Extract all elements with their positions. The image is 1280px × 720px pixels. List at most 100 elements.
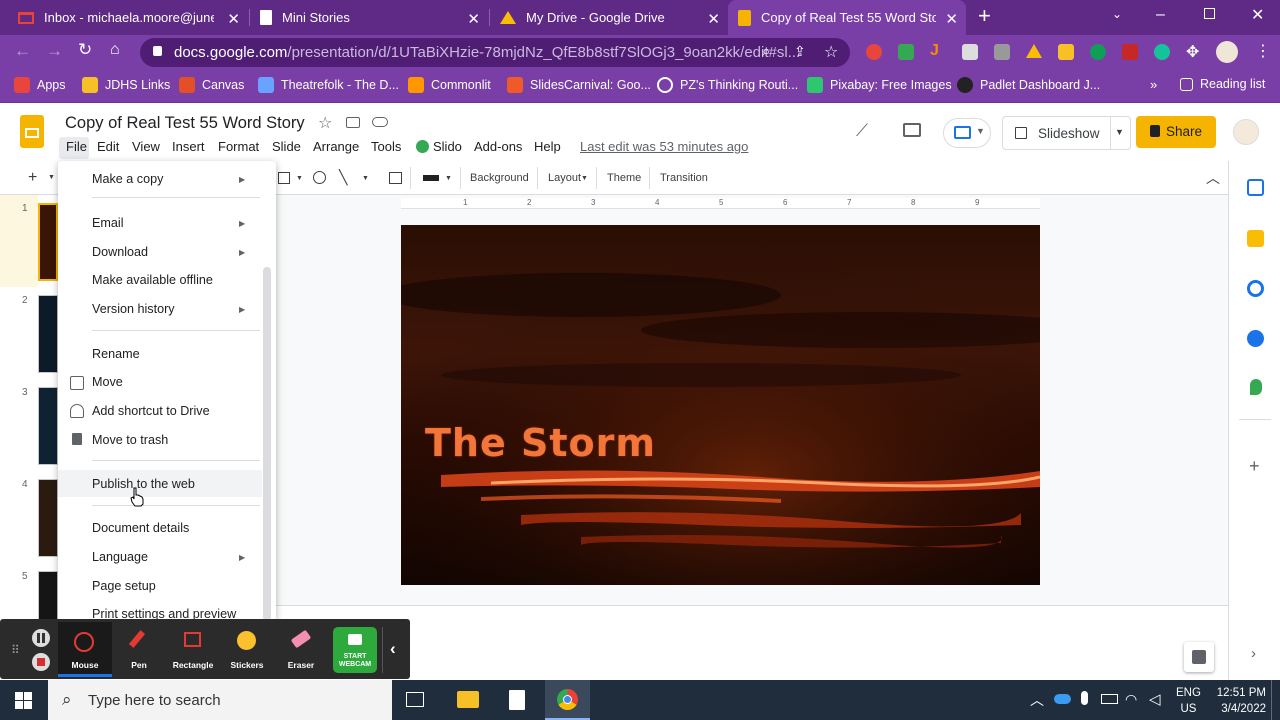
extension-icon[interactable] [866, 44, 882, 60]
minimize-icon[interactable]: – [1156, 6, 1165, 24]
extension-icon[interactable]: J [930, 42, 939, 60]
move-folder-icon[interactable] [346, 117, 360, 128]
reload-icon[interactable]: ↻ [78, 40, 92, 60]
new-tab-icon[interactable]: + [978, 5, 991, 27]
show-hidden-icons[interactable]: ︿ [1030, 690, 1044, 710]
menu-tools[interactable]: Tools [371, 139, 401, 154]
close-tab-icon[interactable]: ✕ [467, 10, 480, 28]
address-bar[interactable]: docs.google.com/presentation/d/1UTaBiXHz… [140, 38, 850, 67]
menu-language[interactable]: Language [92, 550, 148, 564]
windows-start-icon[interactable] [15, 692, 32, 709]
language-indicator[interactable]: ENG US [1176, 685, 1201, 717]
layout-button[interactable]: Layout [548, 172, 581, 184]
home-icon[interactable]: ⌂ [110, 41, 120, 59]
slide-thumbnail-2[interactable] [38, 295, 58, 373]
menu-slido[interactable]: Slido [433, 139, 462, 154]
slide-thumbnail-1[interactable] [38, 203, 58, 281]
grammarly-icon[interactable] [1154, 44, 1170, 60]
contacts-icon[interactable] [1247, 330, 1264, 347]
new-slide-dropdown-icon[interactable]: ▼ [48, 174, 55, 181]
bookmark-apps[interactable]: Apps [14, 77, 66, 93]
extension-icon[interactable] [1058, 44, 1074, 60]
bookmark-pixabay[interactable]: Pixabay: Free Images [807, 77, 952, 93]
menu-arrange[interactable]: Arrange [313, 139, 359, 154]
share-page-icon[interactable]: ⇪ [794, 43, 806, 60]
notepad-icon[interactable] [509, 690, 525, 710]
pause-icon[interactable] [32, 629, 50, 647]
bookmark-theatrefolk[interactable]: Theatrefolk - The D... [258, 77, 399, 93]
bookmark-slidescarnival[interactable]: SlidesCarnival: Goo... [507, 77, 651, 93]
tab-mini-stories[interactable]: Mini Stories ✕ [250, 0, 488, 35]
volume-icon[interactable]: ◁ [1149, 690, 1161, 708]
border-weight-icon[interactable] [423, 175, 439, 181]
drag-handle-icon[interactable]: ⠿ [11, 643, 20, 657]
last-edit-link[interactable]: Last edit was 53 minutes ago [580, 139, 748, 154]
task-view-icon[interactable] [406, 692, 424, 707]
menu-make-available-offline[interactable]: Make available offline [92, 273, 213, 287]
drive-extension-icon[interactable] [1026, 44, 1042, 58]
menu-slide[interactable]: Slide [272, 139, 301, 154]
image-icon[interactable] [278, 172, 290, 184]
close-tab-icon[interactable]: ✕ [707, 10, 720, 28]
slides-logo-icon[interactable] [20, 115, 44, 148]
background-button[interactable]: Background [470, 172, 529, 184]
menu-make-a-copy[interactable]: Make a copy [92, 172, 163, 186]
bookmark-jdhs[interactable]: JDHS Links [82, 77, 170, 93]
bookmark-pz-routines[interactable]: PZ's Thinking Routi... [657, 77, 798, 93]
new-slide-icon[interactable]: + [28, 169, 37, 187]
start-webcam-button[interactable]: START WEBCAM [333, 627, 377, 673]
tool-pen[interactable]: Pen [112, 622, 166, 677]
user-avatar[interactable] [1233, 119, 1259, 145]
close-tab-icon[interactable]: ✕ [227, 10, 240, 28]
tool-stickers[interactable]: Stickers [220, 622, 274, 677]
current-slide[interactable]: The Storm [401, 225, 1040, 585]
menu-view[interactable]: View [132, 139, 160, 154]
extensions-puzzle-icon[interactable]: ✥ [1186, 42, 1199, 62]
comment-add-icon[interactable] [389, 172, 402, 184]
battery-icon[interactable] [1101, 694, 1118, 704]
add-addon-icon[interactable]: + [1249, 456, 1260, 477]
microphone-icon[interactable] [1081, 691, 1088, 705]
line-dropdown-icon[interactable]: ▼ [362, 175, 369, 182]
tab-gmail[interactable]: Inbox - michaela.moore@juneau ✕ [8, 0, 248, 35]
close-tab-icon[interactable]: ✕ [945, 10, 958, 28]
bookmark-star-icon[interactable]: ☆ [824, 42, 838, 62]
menu-edit[interactable]: Edit [97, 139, 119, 154]
collapse-toolbar-icon[interactable]: ︿ [1206, 168, 1220, 188]
tool-mouse[interactable]: Mouse [58, 622, 112, 677]
maps-icon[interactable] [1250, 379, 1262, 395]
slide-title-text[interactable]: The Storm [425, 421, 656, 465]
present-to-meeting-button[interactable]: ▼ [943, 118, 991, 148]
slide-thumbnail-3[interactable] [38, 387, 58, 465]
activity-trend-icon[interactable]: ⟋ [856, 121, 868, 141]
menu-document-details[interactable]: Document details [92, 521, 189, 535]
menu-insert[interactable]: Insert [172, 139, 205, 154]
border-dropdown-icon[interactable]: ▼ [445, 175, 452, 182]
bookmark-commonlit[interactable]: Commonlit [408, 77, 491, 93]
tasks-icon[interactable] [1247, 280, 1264, 297]
slideshow-button[interactable]: Slideshow ▼ [1002, 116, 1131, 150]
menu-move[interactable]: Move [92, 375, 123, 389]
layout-dropdown-icon[interactable]: ▼ [581, 175, 588, 182]
extension-icon[interactable] [994, 44, 1010, 60]
menu-page-setup[interactable]: Page setup [92, 579, 156, 593]
show-desktop-button[interactable] [1271, 680, 1272, 720]
clock[interactable]: 12:51 PM 3/4/2022 [1208, 685, 1266, 717]
back-icon[interactable]: ← [14, 41, 31, 61]
extension-icon[interactable] [898, 44, 914, 60]
speaker-notes-area[interactable] [276, 605, 1228, 680]
menu-move-to-trash[interactable]: Move to trash [92, 433, 168, 447]
transition-button[interactable]: Transition [660, 172, 708, 184]
menu-addons[interactable]: Add-ons [474, 139, 522, 154]
menu-add-shortcut[interactable]: Add shortcut to Drive [92, 404, 210, 418]
chrome-menu-icon[interactable]: ⋮ [1255, 41, 1271, 61]
zoom-search-icon[interactable]: ⌕ [762, 43, 770, 60]
restore-icon[interactable] [1204, 8, 1215, 19]
tool-rectangle[interactable]: Rectangle [166, 622, 220, 677]
explore-button[interactable] [1184, 642, 1214, 672]
menu-help[interactable]: Help [534, 139, 561, 154]
chrome-taskbar-button[interactable] [545, 680, 590, 720]
slide-thumbnail-4[interactable] [38, 479, 58, 557]
forward-icon[interactable]: → [46, 41, 63, 61]
share-button[interactable]: Share [1136, 116, 1216, 148]
